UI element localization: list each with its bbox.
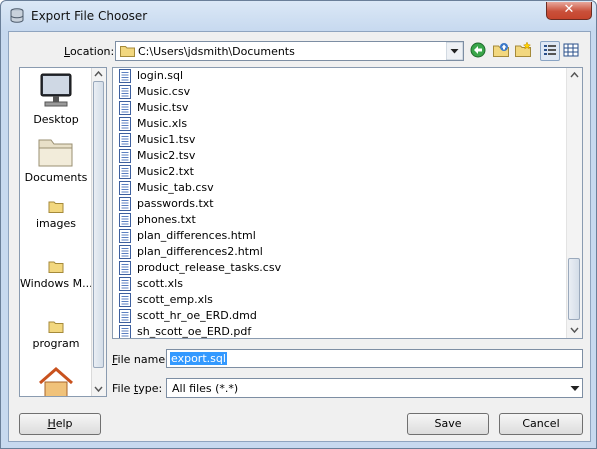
- chevron-down-icon[interactable]: [570, 327, 579, 334]
- place-documents[interactable]: Documents: [20, 134, 92, 184]
- list-view-icon: [544, 45, 556, 55]
- place-label: Windows M...: [20, 277, 92, 290]
- chevron-up-icon[interactable]: [570, 71, 579, 78]
- file-name: plan_differences.html: [137, 229, 256, 242]
- file-name: scott.xls: [137, 277, 183, 290]
- file-name: Music.xls: [137, 117, 188, 130]
- document-icon: [119, 229, 131, 243]
- help-button[interactable]: Help: [19, 413, 101, 435]
- document-icon: [119, 309, 131, 323]
- chevron-down-icon[interactable]: [570, 383, 580, 393]
- go-back-icon: [470, 42, 486, 58]
- go-back-button[interactable]: [469, 41, 489, 61]
- location-combobox[interactable]: C:\Users\jdsmith\Documents: [115, 41, 464, 61]
- document-icon: [119, 325, 131, 338]
- place-home[interactable]: [20, 366, 92, 396]
- close-icon: ✕: [563, 2, 575, 17]
- places-bar: Desktop Documents images Windows M... pr…: [19, 67, 107, 397]
- chevron-up-icon[interactable]: [94, 70, 103, 77]
- file-name-label: File name:: [112, 353, 169, 366]
- scroll-thumb[interactable]: [568, 258, 580, 320]
- export-file-chooser-window: Export File Chooser ✕ Location: C:\Users…: [0, 0, 597, 449]
- place-program[interactable]: program: [20, 320, 92, 350]
- file-name: Music2.tsv: [137, 149, 196, 162]
- place-label: images: [36, 217, 76, 230]
- up-folder-icon: [493, 43, 509, 57]
- place-desktop[interactable]: Desktop: [20, 72, 92, 126]
- app-icon: [10, 8, 24, 23]
- close-button[interactable]: ✕: [546, 2, 592, 20]
- file-name: scott_hr_oe_ERD.dmd: [137, 309, 257, 322]
- file-type-label: File type:: [112, 382, 163, 395]
- place-label: program: [32, 337, 80, 350]
- file-name: product_release_tasks.csv: [137, 261, 282, 274]
- document-icon: [119, 101, 131, 115]
- document-icon: [119, 197, 131, 211]
- details-view-button[interactable]: [562, 41, 582, 61]
- place-images[interactable]: images: [20, 200, 92, 230]
- file-name: sh_scott_oe_ERD.pdf: [137, 325, 252, 338]
- title-bar[interactable]: Export File Chooser ✕: [1, 1, 596, 31]
- places-scrollbar[interactable]: [91, 68, 106, 396]
- desktop-icon: [40, 73, 72, 107]
- chevron-down-icon[interactable]: [94, 386, 103, 393]
- file-name: Music1.tsv: [137, 133, 196, 146]
- document-icon: [119, 133, 131, 147]
- document-icon: [119, 245, 131, 259]
- document-icon: [119, 85, 131, 99]
- file-list-scrollbar[interactable]: [566, 68, 582, 338]
- place-windows-m[interactable]: Windows M...: [20, 260, 92, 290]
- new-folder-icon: [515, 41, 532, 57]
- folder-icon: [48, 321, 64, 333]
- document-icon: [119, 213, 131, 227]
- file-type-combobox[interactable]: All files (*.*): [166, 378, 583, 398]
- folder-icon: [120, 46, 135, 57]
- chevron-down-icon[interactable]: [446, 42, 463, 60]
- up-folder-button[interactable]: [492, 41, 512, 61]
- location-label: Location:: [64, 45, 115, 58]
- place-label: Desktop: [33, 113, 79, 126]
- dialog-body: Location: C:\Users\jdsmith\Documents Des…: [8, 31, 591, 442]
- file-name: Music2.txt: [137, 165, 194, 178]
- cancel-button[interactable]: Cancel: [499, 413, 583, 435]
- window-title: Export File Chooser: [31, 9, 148, 23]
- file-name: Music.csv: [137, 85, 191, 98]
- file-name: login.sql: [137, 69, 184, 82]
- file-type-value: All files (*.*): [172, 382, 239, 395]
- document-icon: [119, 69, 131, 83]
- folder-icon: [48, 261, 64, 273]
- document-icon: [119, 293, 131, 307]
- file-name: scott_emp.xls: [137, 293, 213, 306]
- document-icon: [119, 261, 131, 275]
- file-list[interactable]: login.sql Music.csv Music.tsv Music.xls Musi…: [112, 67, 583, 339]
- file-name: plan_differences2.html: [137, 245, 263, 258]
- file-name: Music_tab.csv: [137, 181, 214, 194]
- home-icon: [39, 367, 73, 396]
- save-button[interactable]: Save: [407, 413, 489, 435]
- scroll-thumb[interactable]: [93, 81, 104, 368]
- documents-folder-icon: [38, 139, 73, 167]
- file-name-input[interactable]: export.sql: [166, 349, 583, 368]
- file-name: phones.txt: [137, 213, 196, 226]
- details-view-icon: [563, 43, 579, 57]
- document-icon: [119, 277, 131, 291]
- file-name: Music.tsv: [137, 101, 189, 114]
- place-label: Documents: [24, 171, 88, 184]
- folder-icon: [48, 201, 64, 213]
- new-folder-button[interactable]: [514, 41, 534, 61]
- document-icon: [119, 117, 131, 131]
- document-icon: [119, 149, 131, 163]
- document-icon: [119, 165, 131, 179]
- file-name-value: export.sql: [170, 352, 227, 365]
- file-name: passwords.txt: [137, 197, 214, 210]
- location-path: C:\Users\jdsmith\Documents: [138, 45, 295, 58]
- document-icon: [119, 181, 131, 195]
- list-view-button[interactable]: [540, 41, 560, 61]
